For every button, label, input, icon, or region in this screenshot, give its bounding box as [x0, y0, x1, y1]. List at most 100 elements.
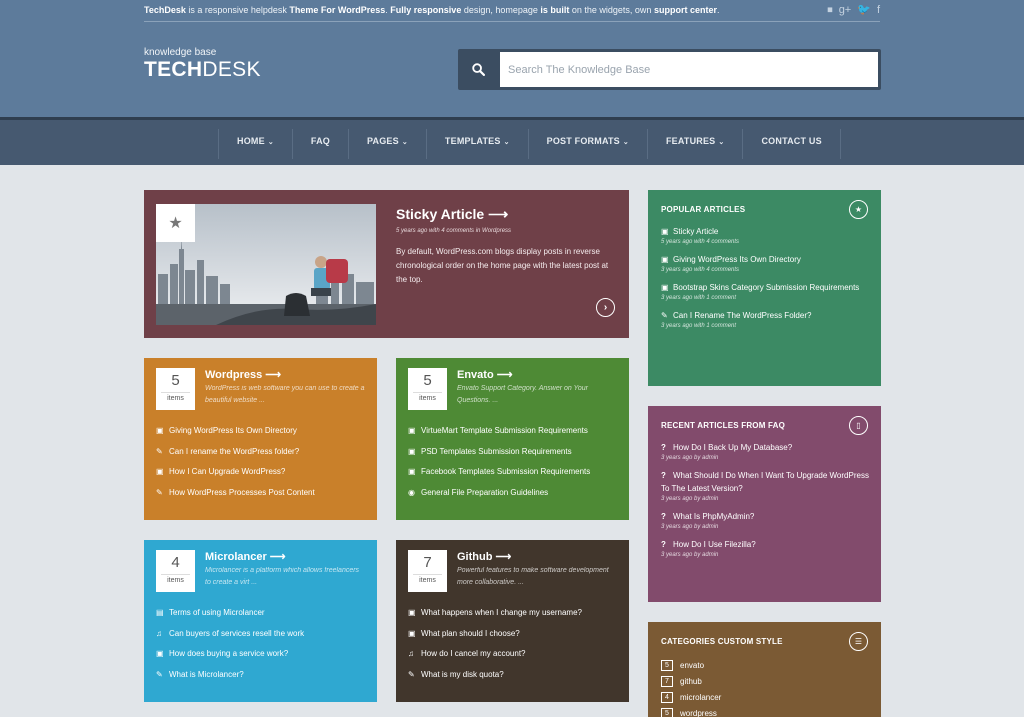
- flickr-icon[interactable]: ⏹: [827, 3, 833, 17]
- image-icon: ▣: [661, 283, 669, 292]
- list-item[interactable]: ♫ How do I cancel my account?: [408, 647, 623, 668]
- article-link[interactable]: How Do I Back Up My Database?: [673, 443, 792, 452]
- logo-subtitle: knowledge base: [144, 47, 217, 58]
- image-icon: ▣: [661, 255, 669, 264]
- pencil-icon: ✎: [408, 670, 415, 680]
- article-link[interactable]: VirtueMart Template Submission Requireme…: [421, 426, 588, 435]
- category-card[interactable]: 7 items Github ⟶ Powerful features to make …: [396, 540, 629, 702]
- list-item[interactable]: ? What Is PhpMyAdmin? 3 years ago by admin: [661, 510, 871, 532]
- article-link[interactable]: PSD Templates Submission Requirements: [421, 447, 572, 456]
- list-item[interactable]: ▣ Sticky Article 5 years ago with 4 commen…: [661, 225, 871, 247]
- list-item[interactable]: ✎ How WordPress Processes Post Content: [156, 486, 371, 507]
- category-card[interactable]: 4 items Microlancer ⟶ Microlancer is a plat…: [144, 540, 377, 702]
- twitter-icon[interactable]: 🐦: [857, 3, 871, 17]
- category-title[interactable]: Github ⟶: [457, 550, 511, 563]
- category-link[interactable]: envato: [680, 661, 704, 670]
- list-item[interactable]: ✎ Can I rename the WordPress folder?: [156, 445, 371, 466]
- article-link[interactable]: How do I cancel my account?: [421, 649, 526, 658]
- list-item[interactable]: ▣ How does buying a service work?: [156, 647, 371, 668]
- nav-item-features[interactable]: FEATURES ⌄: [648, 129, 744, 159]
- article-link[interactable]: Sticky Article: [673, 227, 718, 236]
- item-count: 7: [423, 554, 432, 571]
- facebook-icon[interactable]: f: [877, 3, 880, 17]
- article-link[interactable]: Can I rename the WordPress folder?: [169, 447, 299, 456]
- search-input[interactable]: [500, 52, 878, 87]
- list-item[interactable]: ▤ Terms of using Microlancer: [156, 606, 371, 627]
- list-item[interactable]: ▣ Facebook Templates Submission Requireme…: [408, 465, 623, 486]
- nav-item-home[interactable]: HOME ⌄: [219, 129, 293, 159]
- nav-item-pages[interactable]: PAGES ⌄: [349, 129, 427, 159]
- tagline-text: is a responsive helpdesk: [185, 5, 290, 15]
- nav-item-post-formats[interactable]: POST FORMATS ⌄: [529, 129, 648, 159]
- list-item[interactable]: ▣ What plan should I choose?: [408, 627, 623, 648]
- sticky-article-meta: 5 years ago with 4 comments in Wordpress: [396, 228, 512, 234]
- main-nav: HOME ⌄ FAQ PAGES ⌄ TEMPLATES ⌄ POST FORMATS ⌄ FEA…: [0, 117, 1024, 165]
- category-title[interactable]: Microlancer ⟶: [205, 550, 286, 563]
- list-item[interactable]: ▣ What happens when I change my username?: [408, 606, 623, 627]
- list-item[interactable]: ✎ Can I Rename The WordPress Folder? 3 yea…: [661, 309, 871, 331]
- read-more-button[interactable]: ›: [596, 298, 615, 317]
- sticky-article-card[interactable]: ★ Sticky Article ⟶ 5 years ago with 4 co…: [144, 190, 629, 338]
- list-item[interactable]: ◉ General File Preparation Guidelines: [408, 486, 623, 507]
- list-item[interactable]: ? How Do I Use Filezilla? 3 years ago by a…: [661, 538, 871, 560]
- list-item[interactable]: ▣ VirtueMart Template Submission Requirem…: [408, 424, 623, 445]
- sticky-article-title[interactable]: Sticky Article ⟶: [396, 206, 508, 223]
- article-link[interactable]: How WordPress Processes Post Content: [169, 488, 315, 497]
- search-button[interactable]: [458, 49, 499, 90]
- article-link[interactable]: Facebook Templates Submission Requiremen…: [421, 467, 590, 476]
- list-item[interactable]: ▣ Giving WordPress Its Own Directory: [156, 424, 371, 445]
- list-item[interactable]: ▣ Bootstrap Skins Category Submission Req…: [661, 281, 871, 303]
- article-link[interactable]: How Do I Use Filezilla?: [673, 540, 756, 549]
- article-link[interactable]: Bootstrap Skins Category Submission Requ…: [673, 283, 859, 292]
- article-row: ▣ Bootstrap Skins Category Submission Req…: [661, 281, 871, 294]
- item-count-badge: 7 items: [408, 550, 447, 592]
- article-link[interactable]: What is my disk quota?: [421, 670, 504, 679]
- article-link[interactable]: How does buying a service work?: [169, 649, 288, 658]
- article-link[interactable]: What Should I Do When I Want To Upgrade …: [661, 471, 869, 493]
- article-link[interactable]: What happens when I change my username?: [421, 608, 582, 617]
- star-icon: ★: [156, 204, 195, 242]
- popular-articles-list: ▣ Sticky Article 5 years ago with 4 commen…: [661, 225, 871, 337]
- nav-menu: HOME ⌄ FAQ PAGES ⌄ TEMPLATES ⌄ POST FORMATS ⌄ FEA…: [218, 129, 841, 159]
- category-title[interactable]: Envato ⟶: [457, 368, 513, 381]
- article-link[interactable]: Giving WordPress Its Own Directory: [169, 426, 297, 435]
- list-item[interactable]: 4 microlancer: [661, 689, 721, 705]
- site-logo[interactable]: TECHDESK: [144, 58, 261, 82]
- google-plus-icon[interactable]: g+: [839, 3, 852, 17]
- category-link[interactable]: wordpress: [680, 709, 717, 717]
- category-link[interactable]: microlancer: [680, 693, 721, 702]
- list-item[interactable]: ? What Should I Do When I Want To Upgrade…: [661, 469, 871, 504]
- article-link[interactable]: Giving WordPress Its Own Directory: [673, 255, 801, 264]
- pencil-icon: ✎: [661, 311, 668, 320]
- article-link[interactable]: How I Can Upgrade WordPress?: [169, 467, 285, 476]
- article-link[interactable]: General File Preparation Guidelines: [421, 488, 548, 497]
- category-link[interactable]: github: [680, 677, 702, 686]
- nav-item-contact-us[interactable]: CONTACT US: [743, 129, 841, 159]
- nav-item-faq[interactable]: FAQ: [293, 129, 349, 159]
- article-row: ? What Should I Do When I Want To Upgrade…: [661, 469, 871, 495]
- social-links: ⏹ g+ 🐦 f: [821, 3, 880, 17]
- list-item[interactable]: ✎ What is Microlancer?: [156, 668, 371, 689]
- recent-faq-widget: RECENT ARTICLES FROM FAQ ▯ ? How Do I Bac…: [648, 406, 881, 602]
- category-card[interactable]: 5 items Wordpress ⟶ WordPress is web softwa…: [144, 358, 377, 520]
- article-link[interactable]: Terms of using Microlancer: [169, 608, 265, 617]
- list-item[interactable]: ♫ Can buyers of services resell the work: [156, 627, 371, 648]
- list-item[interactable]: ✎ What is my disk quota?: [408, 668, 623, 689]
- category-title[interactable]: Wordpress ⟶: [205, 368, 281, 381]
- category-card[interactable]: 5 items Envato ⟶ Envato Support Category. A…: [396, 358, 629, 520]
- list-item[interactable]: ▣ Giving WordPress Its Own Directory 3 yea…: [661, 253, 871, 275]
- article-link[interactable]: What is Microlancer?: [169, 670, 244, 679]
- article-link[interactable]: What plan should I choose?: [421, 629, 520, 638]
- camera-icon: ◉: [408, 488, 415, 498]
- list-item[interactable]: 7 github: [661, 673, 721, 689]
- list-item[interactable]: 5 wordpress: [661, 705, 721, 717]
- list-item[interactable]: ▣ PSD Templates Submission Requirements: [408, 445, 623, 466]
- list-item[interactable]: ? How Do I Back Up My Database? 3 years ag…: [661, 441, 871, 463]
- article-link[interactable]: What Is PhpMyAdmin?: [673, 512, 754, 521]
- list-item[interactable]: 5 envato: [661, 657, 721, 673]
- article-link[interactable]: Can I Rename The WordPress Folder?: [673, 311, 811, 320]
- list-item[interactable]: ▣ How I Can Upgrade WordPress?: [156, 465, 371, 486]
- item-count-badge: 4 items: [156, 550, 195, 592]
- nav-item-templates[interactable]: TEMPLATES ⌄: [427, 129, 529, 159]
- article-link[interactable]: Can buyers of services resell the work: [169, 629, 304, 638]
